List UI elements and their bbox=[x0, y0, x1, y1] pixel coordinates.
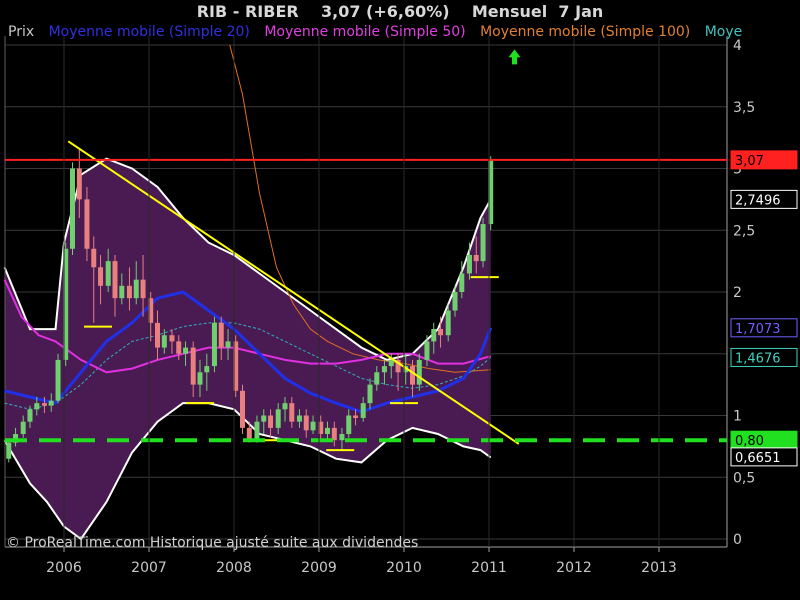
y-tick-label: 0 bbox=[733, 532, 742, 548]
x-tick-label: 2007 bbox=[131, 560, 167, 576]
candle-body-59 bbox=[424, 341, 430, 360]
price-chart[interactable]: 43,532,521,510,503,072,74961,70731,46760… bbox=[0, 0, 800, 600]
candle-body-53 bbox=[381, 366, 387, 373]
candle-body-15 bbox=[112, 261, 118, 299]
candle-body-39 bbox=[282, 403, 288, 410]
candle-body-7 bbox=[55, 359, 61, 401]
candle-body-57 bbox=[410, 366, 415, 385]
x-tick-label: 2013 bbox=[641, 560, 677, 576]
legend-sma-cyan: Moye bbox=[704, 24, 743, 40]
candle-body-0 bbox=[6, 442, 12, 459]
candle-body-36 bbox=[261, 415, 267, 422]
candle-body-43 bbox=[310, 421, 316, 431]
legend-sma100: Moyenne mobile (Simple 100) bbox=[480, 24, 691, 40]
candle-body-19 bbox=[140, 279, 146, 299]
price-label-text: 2,7496 bbox=[735, 193, 781, 208]
candle-body-3 bbox=[27, 409, 33, 422]
candle-body-11 bbox=[84, 199, 90, 249]
candle-body-37 bbox=[268, 415, 274, 428]
candle-body-41 bbox=[296, 415, 302, 422]
candle-body-2 bbox=[20, 421, 26, 435]
candle-body-10 bbox=[76, 168, 82, 200]
candle-body-24 bbox=[176, 341, 182, 354]
y-tick-label: 2 bbox=[733, 285, 742, 301]
legend-sma20: Moyenne mobile (Simple 20) bbox=[48, 24, 250, 40]
y-tick-label: 4 bbox=[733, 38, 742, 54]
candle-body-14 bbox=[105, 261, 111, 286]
candle-body-25 bbox=[183, 347, 189, 354]
x-tick-label: 2008 bbox=[216, 560, 252, 576]
candle-body-21 bbox=[155, 322, 160, 348]
candle-body-51 bbox=[367, 384, 373, 404]
candle-body-4 bbox=[34, 403, 40, 410]
candle-body-22 bbox=[161, 335, 167, 348]
x-tick-label: 2011 bbox=[471, 560, 507, 576]
candle-body-17 bbox=[126, 285, 132, 299]
x-tick-label: 2012 bbox=[556, 560, 592, 576]
candle-body-29 bbox=[211, 322, 217, 367]
candle-body-18 bbox=[133, 279, 139, 299]
candle-body-62 bbox=[445, 310, 451, 336]
candle-body-52 bbox=[374, 372, 380, 385]
candle-body-16 bbox=[119, 285, 125, 299]
price-label-text: 0,80 bbox=[735, 434, 764, 449]
y-tick-label: 0,5 bbox=[733, 470, 755, 486]
candle-body-9 bbox=[70, 168, 75, 249]
candle-body-63 bbox=[452, 292, 458, 311]
y-tick-label: 2,5 bbox=[733, 223, 755, 239]
price-label-text: 0,6651 bbox=[735, 451, 781, 466]
candle-body-67 bbox=[480, 224, 486, 262]
candle-body-13 bbox=[98, 267, 104, 286]
candle-body-66 bbox=[473, 254, 479, 262]
up-arrow-icon bbox=[508, 49, 521, 65]
candle-body-5 bbox=[41, 403, 47, 406]
candle-body-35 bbox=[254, 421, 260, 441]
price-label-text: 3,07 bbox=[735, 154, 764, 169]
candle-body-30 bbox=[218, 322, 224, 348]
price-label-text: 1,4676 bbox=[735, 351, 781, 366]
copyright-notice: © ProRealTime.com Historique ajusté suit… bbox=[6, 535, 419, 551]
candle-body-61 bbox=[438, 329, 444, 336]
candle-body-48 bbox=[346, 415, 352, 435]
candle-body-65 bbox=[466, 254, 472, 274]
candle-body-49 bbox=[353, 415, 359, 418]
candle-body-58 bbox=[416, 359, 422, 385]
candle-body-40 bbox=[289, 403, 295, 422]
y-tick-label: 3,5 bbox=[733, 100, 755, 116]
candle-body-28 bbox=[204, 366, 210, 373]
candle-body-33 bbox=[240, 390, 245, 428]
candle-body-54 bbox=[388, 359, 394, 367]
candle-body-23 bbox=[169, 335, 175, 342]
candle-body-42 bbox=[303, 415, 309, 431]
y-tick-label: 1 bbox=[733, 409, 742, 425]
candle-body-12 bbox=[91, 248, 97, 268]
chart-legend: Prix Moyenne mobile (Simple 20) Moyenne … bbox=[8, 24, 752, 40]
candle-body-64 bbox=[459, 273, 465, 292]
legend-price: Prix bbox=[8, 24, 35, 40]
candle-body-26 bbox=[190, 347, 196, 385]
candle-body-50 bbox=[360, 403, 366, 418]
x-tick-label: 2006 bbox=[46, 560, 82, 576]
candle-body-45 bbox=[325, 427, 330, 435]
candle-body-38 bbox=[275, 409, 281, 428]
candle-body-31 bbox=[225, 341, 231, 348]
x-tick-label: 2009 bbox=[301, 560, 337, 576]
x-tick-label: 2010 bbox=[386, 560, 422, 576]
legend-sma50: Moyenne mobile (Simple 50) bbox=[264, 24, 466, 40]
candle-body-6 bbox=[48, 400, 54, 406]
candle-body-27 bbox=[197, 372, 203, 385]
candle-body-60 bbox=[431, 329, 437, 342]
candle-body-47 bbox=[339, 434, 345, 441]
price-label-text: 1,7073 bbox=[735, 322, 781, 337]
